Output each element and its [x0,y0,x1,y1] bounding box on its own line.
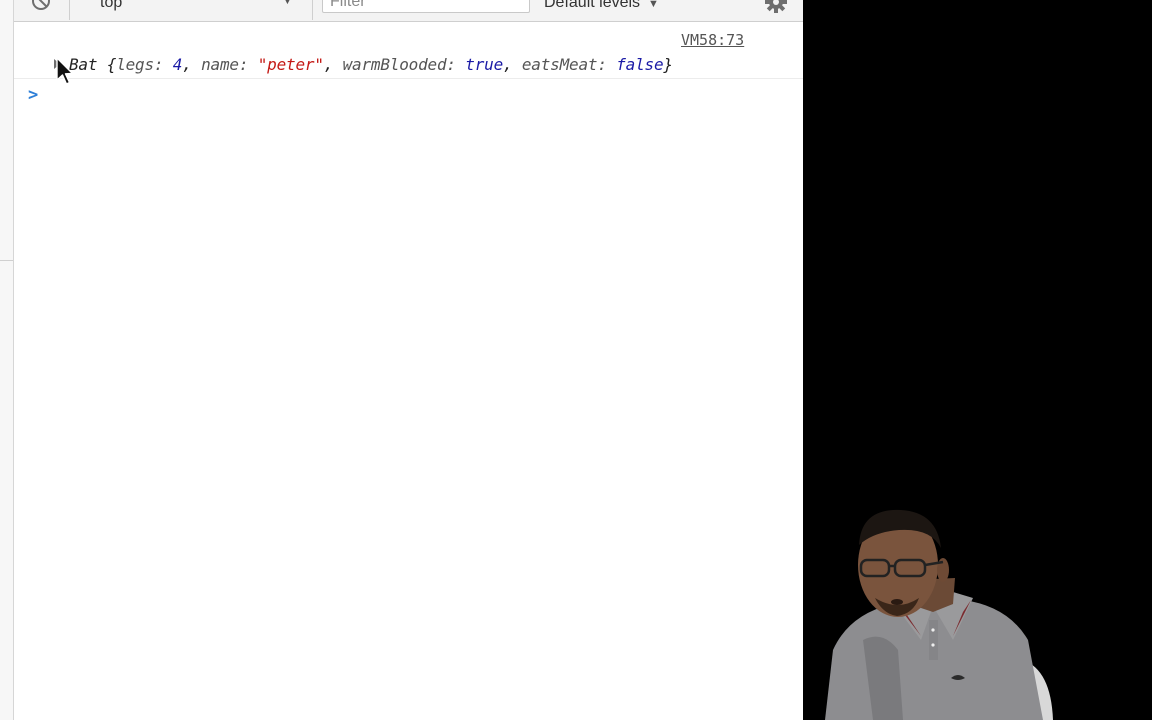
gear-icon[interactable] [764,0,788,14]
property-value: false [616,55,664,74]
presenter-video [825,509,1053,720]
property-value: "peter" [257,55,324,74]
property-key: warmBlooded: [342,55,466,74]
prompt-chevron-icon: > [28,85,39,105]
property-key: name: [201,55,258,74]
console-message: Bat {legs: 4, name: "peter", warmBlooded… [14,55,803,79]
property-value: true [465,55,503,74]
property-key: eatsMeat: [521,55,617,74]
toolbar-divider [69,0,70,20]
brace: } [663,55,673,74]
context-selector[interactable]: top ▼ [86,0,296,12]
property-key: legs: [116,55,173,74]
clear-console-icon[interactable] [30,0,52,12]
log-levels-label: Default levels [544,0,641,11]
separator: , [323,55,343,74]
log-levels-dropdown[interactable]: Default levels ▼ [544,0,659,12]
presenter-webcam [803,0,1152,720]
context-value: top [100,0,123,11]
devtools-console-panel: top ▼ Default levels ▼ [0,0,803,720]
console-toolbar: top ▼ Default levels ▼ [14,0,803,22]
toolbar-divider [312,0,313,20]
separator: , [503,55,522,74]
property-value: 4 [172,55,183,74]
filter-input[interactable] [322,0,530,13]
console-prompt[interactable]: > [14,85,803,108]
brace: { [106,55,117,74]
screen: top ▼ Default levels ▼ [0,0,1152,720]
edge-divider [0,260,13,261]
dropdown-arrow-icon: ▼ [648,0,659,10]
object-preview[interactable]: Bat {legs: 4, name: "peter", warmBlooded… [69,55,673,74]
separator: , [182,55,202,74]
dropdown-arrow-icon: ▼ [282,0,293,7]
console-input[interactable] [54,86,798,108]
mouse-pointer-icon [56,57,74,85]
source-location-link[interactable]: VM58:73 [681,31,744,49]
drawer-left-edge [0,0,14,720]
